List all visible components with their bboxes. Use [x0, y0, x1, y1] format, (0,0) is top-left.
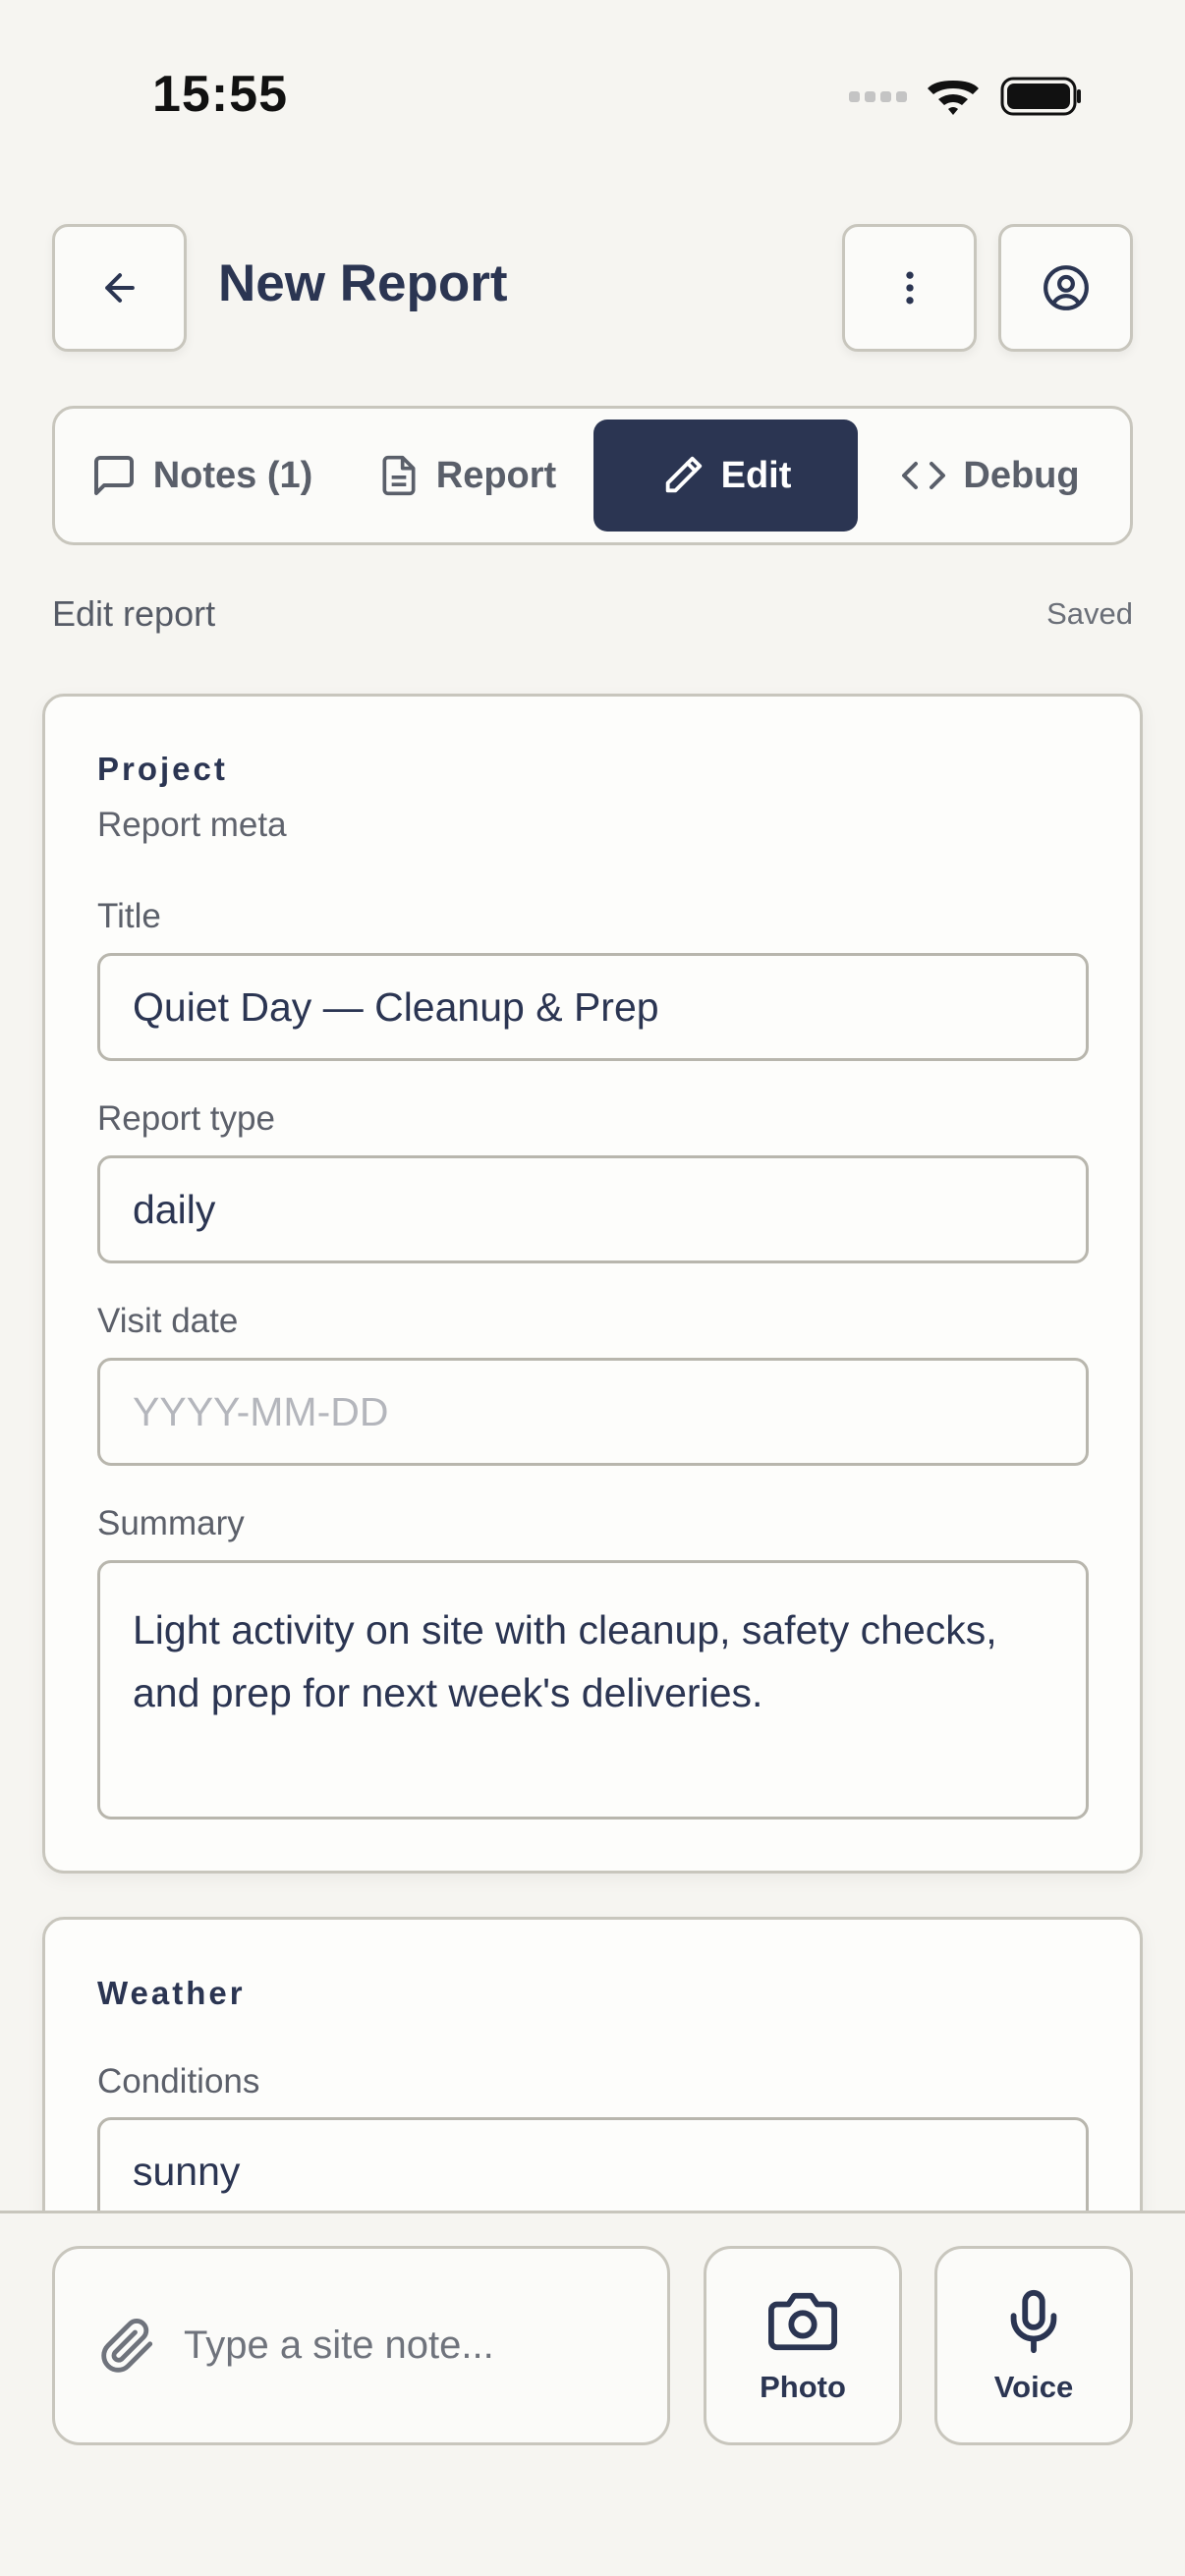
project-section-title: Project — [97, 751, 228, 787]
back-button[interactable] — [52, 224, 187, 352]
title-label: Title — [97, 897, 161, 935]
voice-label: Voice — [993, 2369, 1074, 2404]
weather-section-title: Weather — [97, 1975, 246, 2011]
voice-button[interactable]: Voice — [934, 2246, 1133, 2445]
arrow-left-icon — [104, 273, 135, 303]
edit-report-heading: Edit report — [52, 593, 216, 634]
site-note-placeholder: Type a site note... — [184, 2324, 494, 2367]
tab-notes-label: Notes (1) — [152, 454, 313, 496]
cellular-signal-icon — [849, 91, 907, 102]
conditions-label: Conditions — [97, 2062, 260, 2100]
status-time: 15:55 — [152, 66, 288, 123]
battery-icon — [1000, 77, 1081, 116]
site-note-input[interactable]: Type a site note... — [52, 2246, 670, 2445]
tab-debug[interactable]: Debug — [870, 420, 1110, 532]
wifi-icon — [928, 81, 979, 115]
report-type-label: Report type — [97, 1099, 275, 1138]
more-options-button[interactable] — [842, 224, 977, 352]
status-icons — [847, 73, 1083, 120]
paperclip-icon — [101, 2318, 153, 2373]
user-circle-icon — [1043, 265, 1089, 310]
code-icon — [902, 462, 946, 489]
tab-edit[interactable]: Edit — [593, 420, 858, 532]
camera-icon — [768, 2292, 837, 2350]
pencil-icon — [665, 456, 702, 493]
message-square-icon — [93, 456, 134, 495]
tab-report-label: Report — [435, 454, 557, 496]
project-section-subtitle: Report meta — [97, 806, 287, 844]
summary-textarea[interactable]: Light activity on site with cleanup, saf… — [97, 1560, 1089, 1820]
conditions-input[interactable]: sunny — [97, 2117, 1089, 2225]
report-type-input[interactable]: daily — [97, 1155, 1089, 1263]
save-status: Saved — [1046, 596, 1133, 631]
visit-date-label: Visit date — [97, 1302, 239, 1340]
file-text-icon — [382, 455, 416, 496]
photo-label: Photo — [760, 2369, 846, 2404]
tab-report[interactable]: Report — [349, 420, 585, 532]
microphone-icon — [1010, 2289, 1057, 2353]
title-input[interactable]: Quiet Day — Cleanup & Prep — [97, 953, 1089, 1061]
tab-debug-label: Debug — [963, 454, 1080, 496]
tab-edit-label: Edit — [720, 454, 792, 496]
profile-button[interactable] — [998, 224, 1133, 352]
visit-date-input[interactable]: YYYY-MM-DD — [97, 1358, 1089, 1466]
page-title: New Report — [218, 254, 508, 312]
summary-label: Summary — [97, 1504, 245, 1542]
more-vertical-icon — [905, 271, 914, 305]
tab-notes[interactable]: Notes (1) — [69, 420, 334, 532]
photo-button[interactable]: Photo — [704, 2246, 902, 2445]
